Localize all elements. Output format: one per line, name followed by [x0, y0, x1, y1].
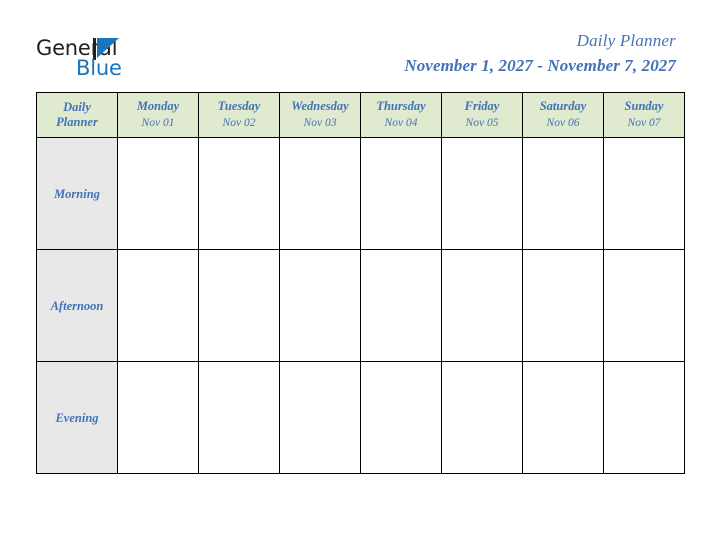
- day-header-friday: Friday Nov 05: [441, 92, 523, 138]
- table-row: Morning: [36, 137, 685, 250]
- day-date: Nov 02: [222, 117, 256, 129]
- day-header-tuesday: Tuesday Nov 02: [198, 92, 280, 138]
- slot-morning-saturday[interactable]: [522, 137, 604, 250]
- slot-afternoon-saturday[interactable]: [522, 249, 604, 362]
- day-date: Nov 01: [141, 117, 175, 129]
- table-row: Afternoon: [36, 249, 685, 362]
- slot-afternoon-wednesday[interactable]: [279, 249, 361, 362]
- day-name: Wednesday: [291, 99, 349, 113]
- day-date: Nov 07: [627, 117, 661, 129]
- day-date: Nov 05: [465, 117, 499, 129]
- date-range: November 1, 2027 - November 7, 2027: [404, 56, 676, 75]
- corner-label-line1: Daily: [63, 100, 91, 114]
- day-name: Friday: [464, 99, 500, 113]
- day-name: Monday: [136, 99, 180, 113]
- slot-evening-sunday[interactable]: [603, 361, 685, 474]
- period-label-evening: Evening: [36, 361, 118, 474]
- period-label-text: Evening: [55, 410, 99, 425]
- slot-afternoon-monday[interactable]: [117, 249, 199, 362]
- slot-morning-tuesday[interactable]: [198, 137, 280, 250]
- slot-evening-tuesday[interactable]: [198, 361, 280, 474]
- day-header-wednesday: Wednesday Nov 03: [279, 92, 361, 138]
- corner-header-cell: Daily Planner: [36, 92, 118, 138]
- day-date: Nov 03: [303, 117, 337, 129]
- period-label-text: Morning: [54, 186, 100, 201]
- period-label-text: Afternoon: [50, 298, 104, 313]
- slot-evening-wednesday[interactable]: [279, 361, 361, 474]
- slot-afternoon-sunday[interactable]: [603, 249, 685, 362]
- day-header-sunday: Sunday Nov 07: [603, 92, 685, 138]
- slot-morning-sunday[interactable]: [603, 137, 685, 250]
- period-label-morning: Morning: [36, 137, 118, 250]
- title-block: Daily Planner November 1, 2027 - Novembe…: [404, 30, 676, 78]
- corner-label-line2: Planner: [56, 115, 98, 129]
- slot-evening-thursday[interactable]: [360, 361, 442, 474]
- day-header-thursday: Thursday Nov 04: [360, 92, 442, 138]
- slot-afternoon-friday[interactable]: [441, 249, 523, 362]
- table-row: Evening: [36, 361, 685, 474]
- daily-planner-table: Daily Planner Monday Nov 01 Tuesday Nov …: [36, 92, 685, 474]
- slot-evening-friday[interactable]: [441, 361, 523, 474]
- day-date: Nov 04: [384, 117, 418, 129]
- day-date: Nov 06: [546, 117, 580, 129]
- page-header: General Blue Daily Planner November 1, 2…: [0, 0, 712, 88]
- period-label-afternoon: Afternoon: [36, 249, 118, 362]
- day-name: Tuesday: [217, 99, 261, 113]
- slot-morning-thursday[interactable]: [360, 137, 442, 250]
- page-title: Daily Planner: [576, 31, 676, 50]
- table-header: Daily Planner Monday Nov 01 Tuesday Nov …: [36, 92, 685, 138]
- slot-afternoon-thursday[interactable]: [360, 249, 442, 362]
- slot-morning-friday[interactable]: [441, 137, 523, 250]
- day-name: Saturday: [539, 99, 587, 113]
- slot-morning-wednesday[interactable]: [279, 137, 361, 250]
- day-name: Sunday: [624, 99, 664, 113]
- day-header-saturday: Saturday Nov 06: [522, 92, 604, 138]
- slot-evening-saturday[interactable]: [522, 361, 604, 474]
- day-name: Thursday: [376, 99, 426, 113]
- header-row: Daily Planner Monday Nov 01 Tuesday Nov …: [36, 92, 685, 138]
- slot-afternoon-tuesday[interactable]: [198, 249, 280, 362]
- slot-evening-monday[interactable]: [117, 361, 199, 474]
- day-header-monday: Monday Nov 01: [117, 92, 199, 138]
- slot-morning-monday[interactable]: [117, 137, 199, 250]
- brand-logo: General Blue: [36, 36, 156, 80]
- brand-name-blue: Blue: [76, 56, 122, 80]
- table-body: Morning Afternoon Evening: [36, 137, 685, 474]
